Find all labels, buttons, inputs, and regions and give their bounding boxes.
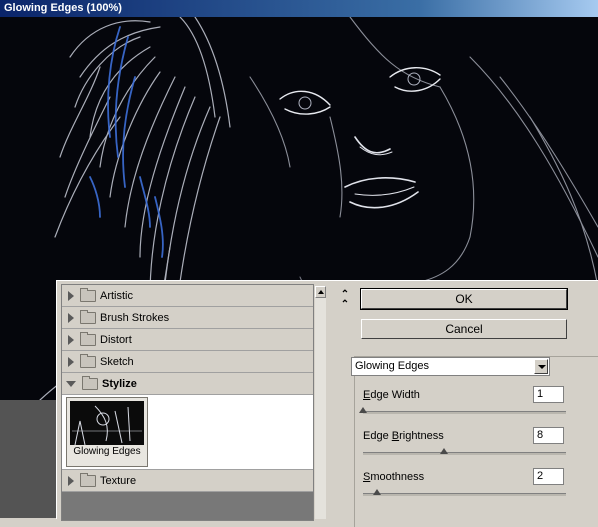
scroll-up-arrow-icon[interactable] (315, 286, 326, 298)
folder-icon (80, 309, 96, 324)
category-label: Texture (100, 474, 137, 487)
ok-button[interactable]: OK (360, 288, 568, 310)
folder-icon (80, 472, 96, 487)
canvas-background (0, 400, 56, 518)
category-label: Distort (100, 333, 132, 346)
edge-brightness-slider[interactable] (363, 452, 566, 455)
folder-icon (80, 353, 96, 368)
category-label: Sketch (100, 355, 134, 368)
expand-triangle-icon[interactable] (68, 290, 74, 301)
expand-triangle-icon[interactable] (68, 312, 74, 323)
edge-brightness-label: Edge Brightness (363, 430, 444, 442)
smoothness-slider[interactable] (363, 493, 566, 496)
filter-select[interactable]: Glowing Edges (351, 357, 550, 376)
folder-icon (82, 375, 98, 390)
category-label: Brush Strokes (100, 311, 170, 324)
category-distort[interactable]: Distort (62, 329, 313, 351)
scrollbar-track[interactable] (315, 298, 326, 519)
stylize-filter-thumbnails: Glowing Edges (62, 395, 313, 470)
category-brush-strokes[interactable]: Brush Strokes (62, 307, 313, 329)
expand-triangle-icon[interactable] (68, 475, 74, 486)
category-label: Artistic (100, 289, 133, 302)
edge-width-label: Edge Width (363, 389, 420, 401)
smoothness-slider-thumb[interactable] (373, 489, 382, 495)
edge-width-field[interactable]: 1 (533, 386, 564, 403)
category-texture[interactable]: Texture (62, 470, 313, 492)
cancel-button[interactable]: Cancel (361, 319, 567, 339)
category-stylize[interactable]: Stylize (62, 373, 313, 395)
category-label: Stylize (102, 377, 137, 390)
filter-gallery: Artistic Brush Strokes Distort Sketch St… (56, 280, 327, 521)
category-sketch[interactable]: Sketch (62, 351, 313, 373)
edge-brightness-field[interactable]: 8 (533, 427, 564, 444)
list-empty-area (62, 492, 313, 520)
chevron-down-icon[interactable] (534, 359, 548, 374)
smoothness-field[interactable]: 2 (533, 468, 564, 485)
filter-settings-panel: ⌃ ⌃ OK Cancel Glowing Edges Edge Width 1 … (326, 280, 598, 527)
filter-select-value: Glowing Edges (355, 360, 429, 372)
category-artistic[interactable]: Artistic (62, 285, 313, 307)
thumbnail-label: Glowing Edges (73, 446, 141, 457)
collapse-triangle-icon[interactable] (66, 380, 76, 387)
filter-thumbnail-glowing-edges[interactable]: Glowing Edges (66, 397, 148, 467)
filter-category-list[interactable]: Artistic Brush Strokes Distort Sketch St… (61, 284, 314, 521)
folder-icon (80, 331, 96, 346)
window-title-bar[interactable]: Glowing Edges (100%) (0, 0, 598, 17)
smoothness-label: Smoothness (363, 471, 425, 483)
expand-triangle-icon[interactable] (68, 356, 74, 367)
window-title: Glowing Edges (100%) (4, 2, 122, 14)
edge-brightness-slider-thumb[interactable] (440, 448, 449, 454)
double-chevron-up-icon[interactable]: ⌃ ⌃ (340, 290, 350, 310)
edge-width-slider[interactable] (363, 411, 566, 414)
expand-triangle-icon[interactable] (68, 334, 74, 345)
folder-icon (80, 287, 96, 302)
thumbnail-image (70, 401, 144, 445)
edge-width-slider-thumb[interactable] (359, 407, 367, 413)
